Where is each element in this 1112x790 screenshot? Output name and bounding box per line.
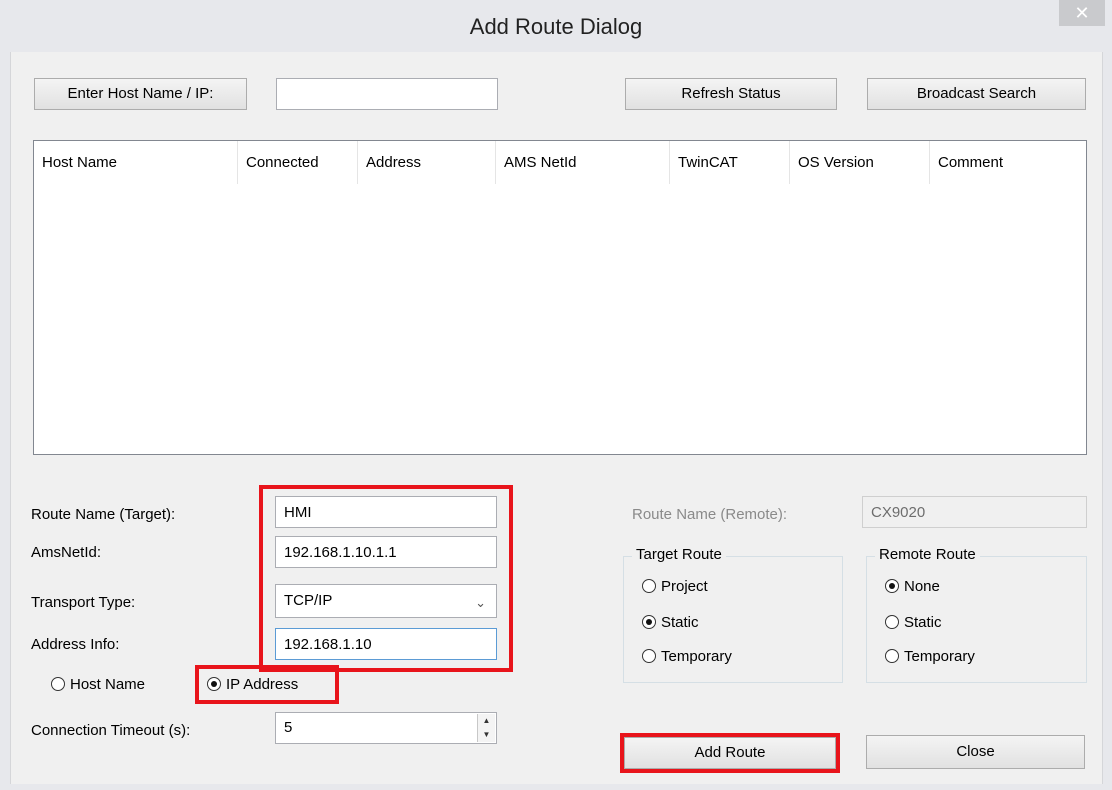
address-info-input[interactable] — [275, 628, 497, 660]
title-bar[interactable]: Add Route Dialog ✕ — [0, 0, 1112, 52]
route-name-target-label: Route Name (Target): — [31, 506, 176, 523]
radio-unchecked-icon — [885, 615, 899, 629]
amsnetid-label: AmsNetId: — [31, 544, 102, 561]
target-route-static-radio[interactable]: Static — [642, 614, 699, 631]
column-header-host-name[interactable]: Host Name — [34, 141, 238, 184]
target-route-project-radio[interactable]: Project — [642, 578, 708, 595]
add-route-button[interactable]: Add Route — [624, 737, 836, 769]
radio-checked-icon — [642, 615, 656, 629]
chevron-down-icon: ⌄ — [475, 595, 486, 610]
column-header-twincat[interactable]: TwinCAT — [670, 141, 790, 184]
column-header-ams-netid[interactable]: AMS NetId — [496, 141, 670, 184]
remote-route-static-label: Static — [904, 614, 942, 631]
column-header-comment[interactable]: Comment — [930, 141, 1086, 184]
column-header-connected[interactable]: Connected — [238, 141, 358, 184]
remote-route-static-radio[interactable]: Static — [885, 614, 942, 631]
spinner-buttons[interactable]: ▲ ▼ — [477, 714, 495, 742]
arrow-down-icon[interactable]: ▼ — [478, 728, 495, 742]
transport-type-label: Transport Type: — [31, 594, 136, 611]
radio-unchecked-icon — [642, 579, 656, 593]
target-route-temporary-radio[interactable]: Temporary — [642, 648, 732, 665]
close-button[interactable]: Close — [866, 735, 1085, 769]
host-name-radio-label: Host Name — [70, 676, 146, 693]
host-name-radio[interactable]: Host Name — [51, 676, 145, 693]
target-route-project-label: Project — [661, 578, 708, 595]
target-route-title: Target Route — [632, 546, 726, 563]
transport-type-select[interactable]: TCP/IP ⌄ — [275, 584, 497, 618]
target-route-temporary-label: Temporary — [661, 648, 732, 665]
radio-unchecked-icon — [885, 649, 899, 663]
target-route-static-label: Static — [661, 614, 699, 631]
radio-checked-icon — [885, 579, 899, 593]
radio-unchecked-icon — [51, 677, 65, 691]
amsnetid-input[interactable] — [275, 536, 497, 568]
host-ip-input[interactable] — [276, 78, 498, 110]
column-header-address[interactable]: Address — [358, 141, 496, 184]
broadcast-search-button[interactable]: Broadcast Search — [867, 78, 1086, 110]
ip-address-radio[interactable]: IP Address — [207, 676, 298, 693]
remote-route-temporary-radio[interactable]: Temporary — [885, 648, 975, 665]
target-route-group: Target Route Project Static Temporary — [623, 546, 843, 683]
close-icon[interactable]: ✕ — [1059, 0, 1105, 26]
remote-route-none-radio[interactable]: None — [885, 578, 940, 595]
radio-checked-icon — [207, 677, 221, 691]
remote-route-none-label: None — [904, 578, 940, 595]
remote-route-title: Remote Route — [875, 546, 980, 563]
transport-type-value: TCP/IP — [284, 592, 333, 609]
ip-address-radio-label: IP Address — [226, 676, 299, 693]
column-header-os-version[interactable]: OS Version — [790, 141, 930, 184]
connection-timeout-value: 5 — [284, 719, 293, 736]
dialog-title: Add Route Dialog — [469, 14, 643, 39]
dialog-window: Add Route Dialog ✕ Enter Host Name / IP:… — [0, 0, 1112, 790]
arrow-up-icon[interactable]: ▲ — [478, 714, 495, 728]
route-name-remote-label: Route Name (Remote): — [632, 506, 788, 523]
route-name-remote-input — [862, 496, 1087, 528]
connection-timeout-spinner[interactable]: 5 ▲ ▼ — [275, 712, 497, 744]
address-info-label: Address Info: — [31, 636, 120, 653]
remote-route-temporary-label: Temporary — [904, 648, 975, 665]
route-name-target-input[interactable] — [275, 496, 497, 528]
remote-route-group: Remote Route None Static Temporary — [866, 546, 1087, 683]
refresh-status-button[interactable]: Refresh Status — [625, 78, 837, 110]
connection-timeout-label: Connection Timeout (s): — [31, 722, 191, 739]
host-list-table[interactable]: Host Name Connected Address AMS NetId Tw… — [33, 140, 1087, 455]
radio-unchecked-icon — [642, 649, 656, 663]
enter-host-button[interactable]: Enter Host Name / IP: — [34, 78, 247, 110]
